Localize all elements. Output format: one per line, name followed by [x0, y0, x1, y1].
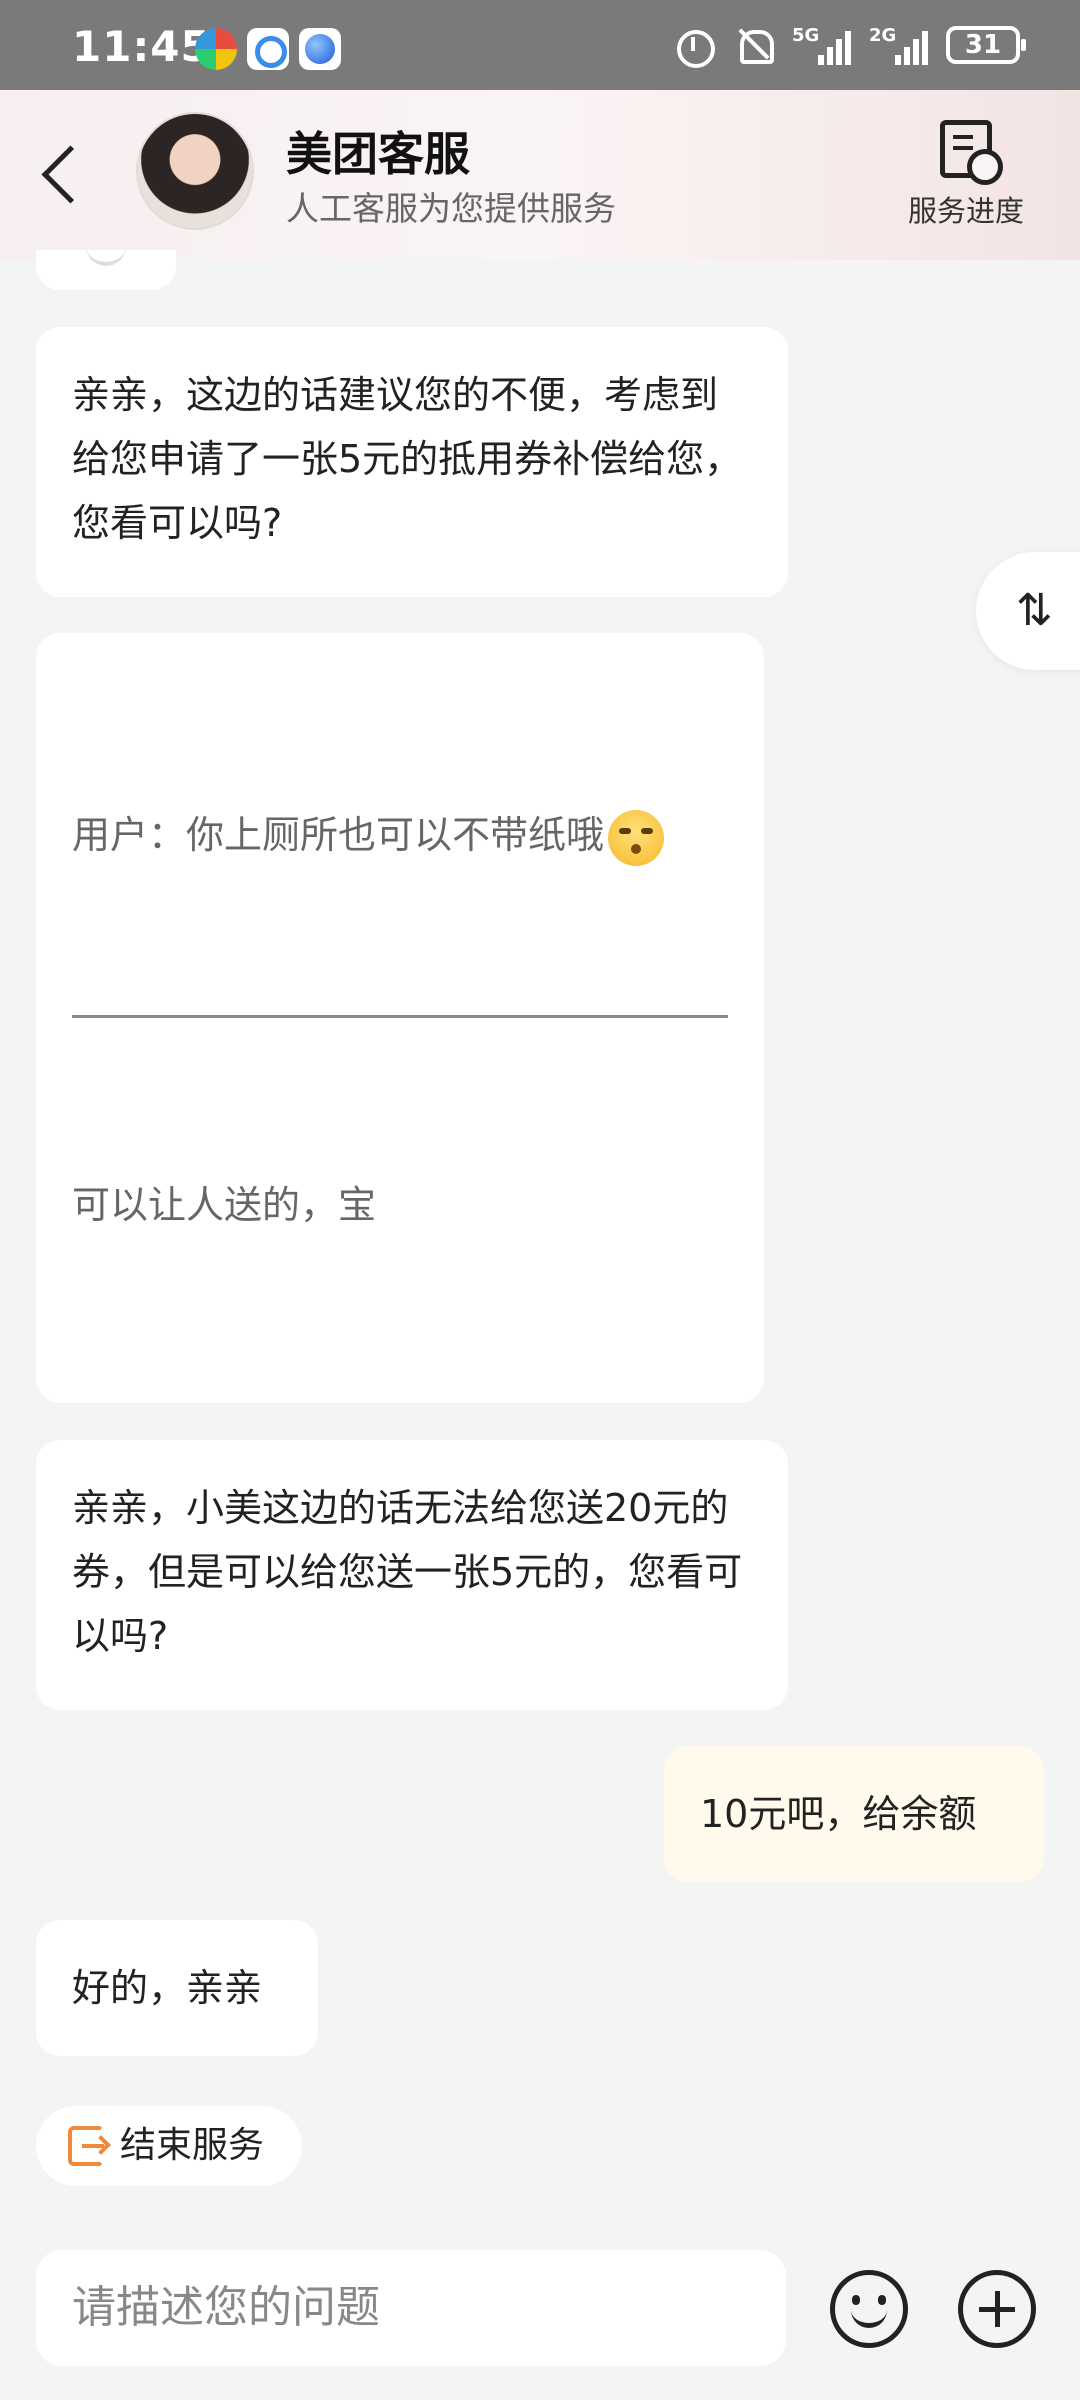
plus-icon[interactable]	[958, 2270, 1036, 2348]
signal-5g-icon: 5G	[792, 25, 851, 65]
page-subtitle: 人工客服为您提供服务	[286, 189, 616, 228]
signal-2g-icon: 2G	[869, 25, 928, 65]
page-title: 美团客服	[286, 127, 470, 181]
status-indicators: 5G 2G 31	[672, 24, 1026, 68]
end-service-button[interactable]: 结束服务	[36, 2106, 302, 2186]
status-time: 11:45	[72, 22, 211, 71]
alarm-icon	[672, 24, 715, 68]
emoji-icon	[608, 809, 665, 866]
status-app-icons	[195, 28, 341, 70]
service-progress-button[interactable]: 服务进度	[896, 120, 1036, 230]
user-message: 10元吧，给余额	[664, 1746, 1044, 1882]
agent-message: 亲亲，小美这边的话无法给您送20元的券，但是可以给您送一张5元的，您看可以吗?	[36, 1440, 788, 1710]
document-clock-icon	[940, 120, 1003, 185]
partial-message-bubble	[36, 250, 176, 290]
service-progress-label: 服务进度	[907, 194, 1024, 228]
quote-divider	[72, 1015, 728, 1018]
exit-icon	[68, 2126, 104, 2166]
agent-message: 好的，亲亲	[36, 1920, 318, 2056]
scroll-toggle-button[interactable]: ⇅	[976, 552, 1080, 670]
battery-icon: 31	[946, 26, 1026, 64]
app-notification-icon	[195, 28, 237, 70]
avatar[interactable]	[136, 112, 254, 230]
mute-bell-icon	[732, 24, 774, 66]
smiley-icon[interactable]	[830, 2270, 908, 2348]
agent-quote-message: 用户：你上厕所也可以不带纸哦 可以让人送的，宝	[36, 633, 764, 1403]
quoted-user-message: 用户：你上厕所也可以不带纸哦	[72, 803, 665, 867]
end-service-label: 结束服务	[120, 2125, 265, 2166]
app-notification-icon	[299, 28, 341, 70]
agent-reply-text: 可以让人送的，宝	[72, 1183, 377, 1227]
agent-message: 亲亲，这边的话建议您的不便，考虑到给您申请了一张5元的抵用券补偿给您，您看可以吗…	[36, 327, 788, 597]
chat-header: 美团客服 人工客服为您提供服务 服务进度	[0, 90, 1080, 260]
message-input[interactable]: 请描述您的问题	[36, 2250, 786, 2366]
browser-notification-icon	[247, 28, 289, 70]
back-arrow-icon[interactable]	[36, 142, 86, 212]
status-bar: 11:45 5G 2G 31	[0, 0, 1080, 90]
